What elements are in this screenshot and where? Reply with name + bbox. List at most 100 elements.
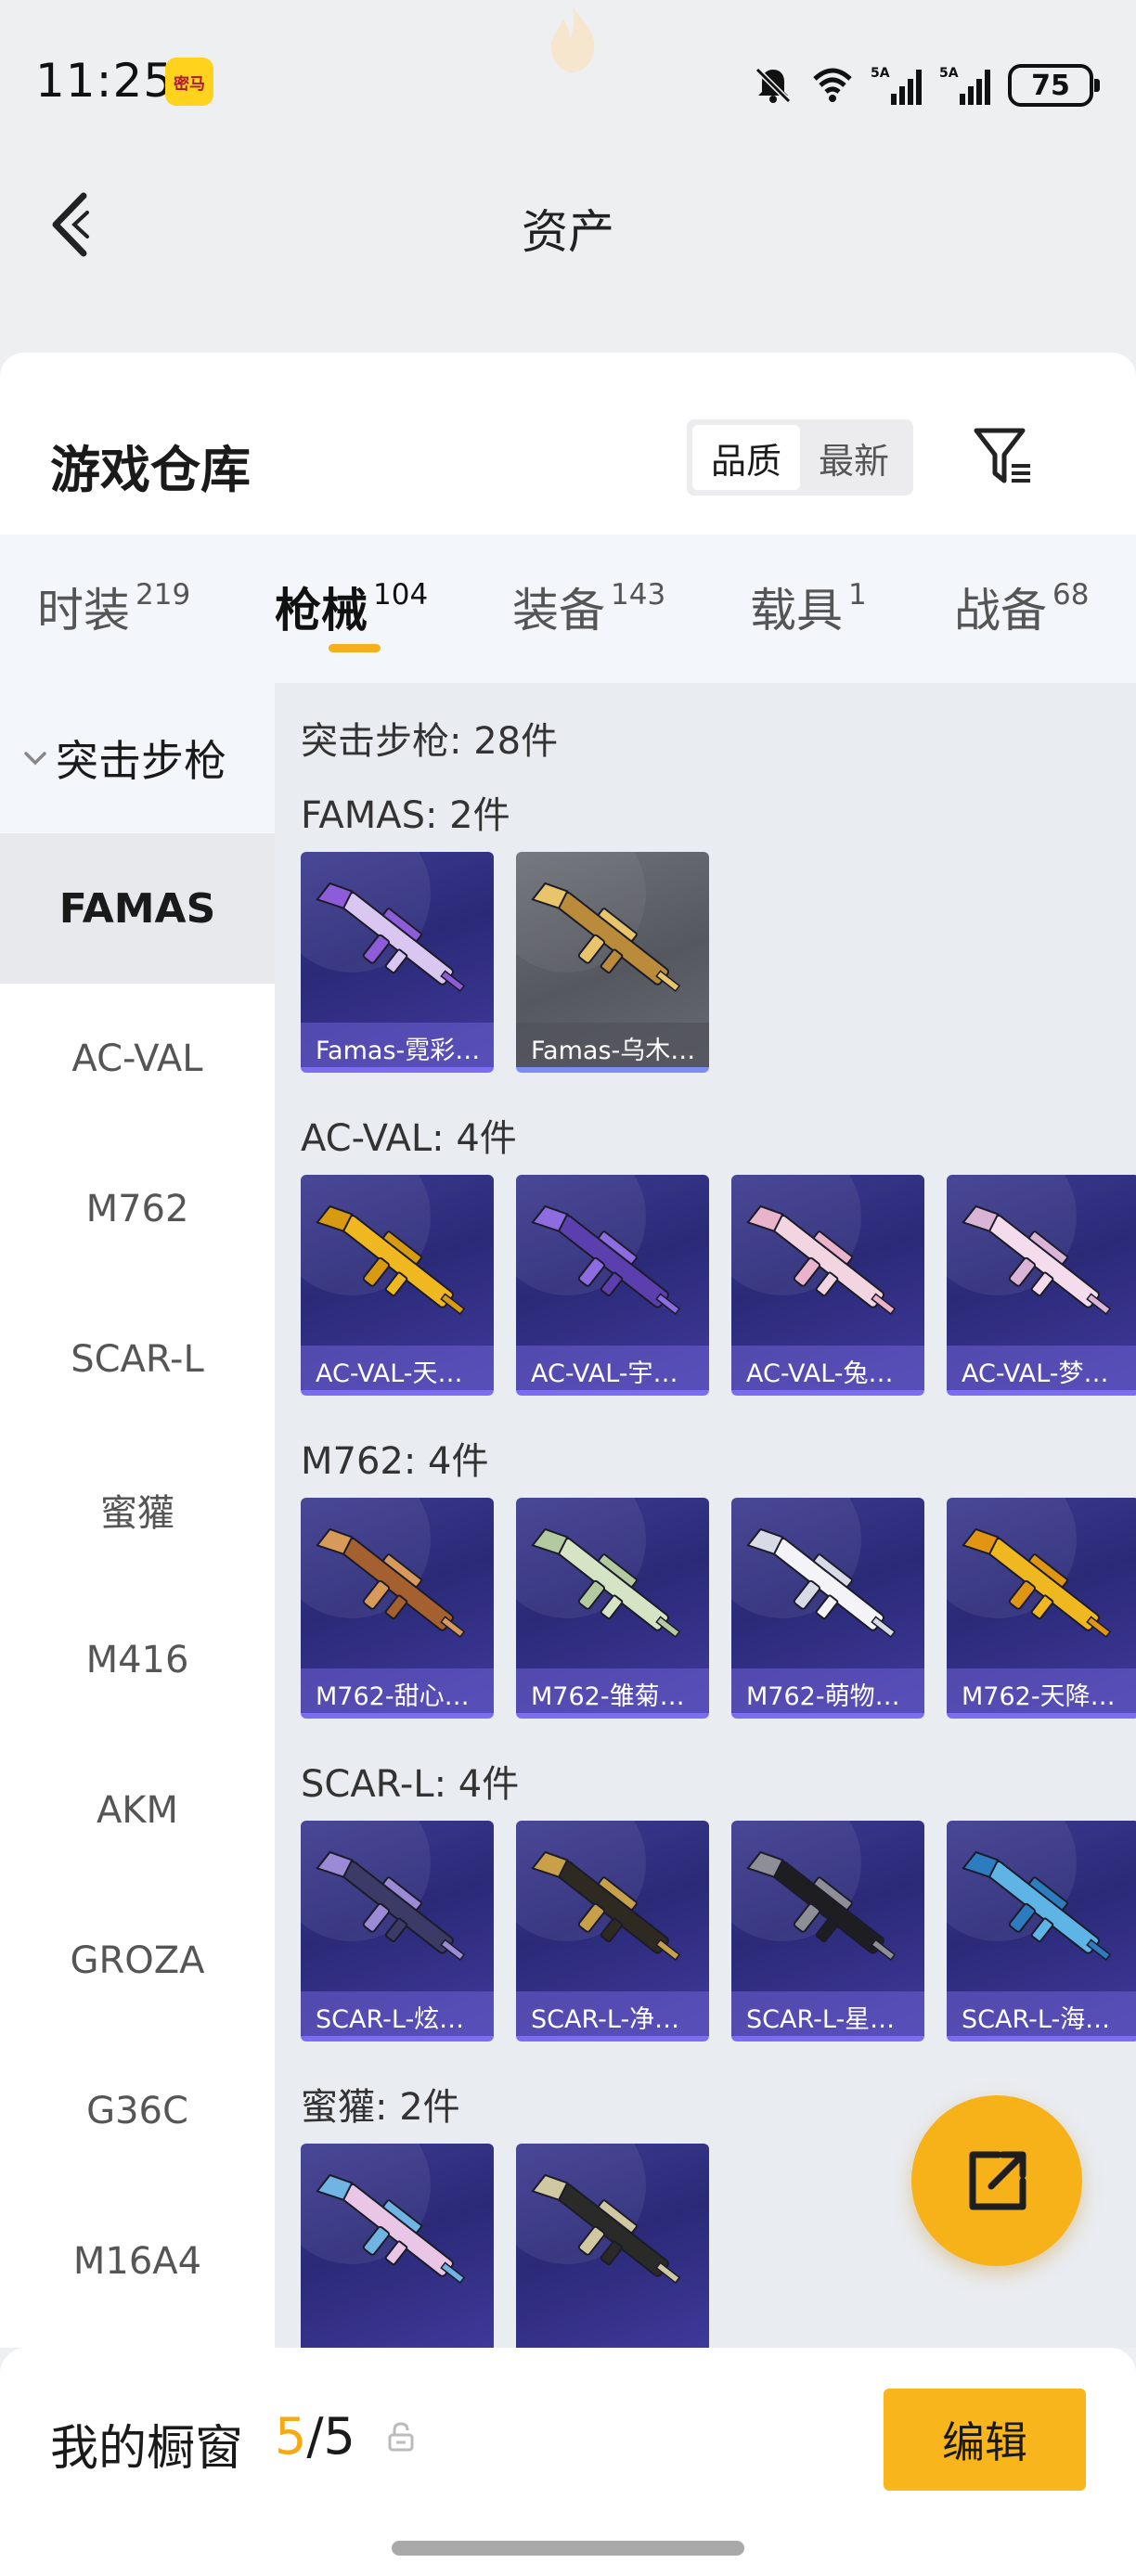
showcase-count: 5/5 (275, 2407, 355, 2466)
showcase-current: 5 (275, 2407, 307, 2466)
weapon-skin-card[interactable]: SCAR-L-星… (731, 1821, 924, 2041)
section-label: AC-VAL: 4件 (301, 1117, 517, 1160)
showcase-title: 我的橱窗 (50, 2421, 244, 2477)
sidebar-item-scar-l[interactable]: SCAR-L (0, 1284, 275, 1435)
weapon-skin-name: M762-天降… (947, 1668, 1136, 1713)
weapon-skin-name: AC-VAL-梦… (947, 1346, 1136, 1390)
sidebar-item-groza[interactable]: GROZA (0, 1886, 275, 2036)
edit-button[interactable]: 编辑 (884, 2389, 1086, 2491)
weapon-skin-name: Famas-乌木… (516, 1023, 709, 1067)
weapon-skin-name: M762-甜心… (301, 1668, 494, 1713)
sidebar-item-akm[interactable]: AKM (0, 1735, 275, 1886)
tab-label: 枪械 (275, 584, 368, 638)
page-title: 资产 (522, 205, 614, 259)
rifle-icon (746, 1204, 897, 1315)
rifle-icon (531, 1204, 681, 1315)
weapon-skin-card[interactable]: M762-甜心… (301, 1498, 494, 1719)
rifle-icon (746, 1527, 897, 1638)
category-tabs: 时装 219 枪械 104 装备 143 载具 1 战备 68 (0, 535, 1136, 683)
filter-icon[interactable] (971, 423, 1036, 488)
weapon-skin-name: AC-VAL-宇… (516, 1346, 709, 1390)
tab-label: 战备 (954, 584, 1047, 638)
tab-count: 104 (373, 578, 429, 612)
sort-latest-button[interactable]: 最新 (800, 425, 908, 490)
weapon-skin-card[interactable]: AC-VAL-天… (301, 1175, 494, 1396)
weapon-skin-name: Famas-霓彩… (301, 1023, 494, 1067)
sidebar-item-famas[interactable]: FAMAS (0, 833, 275, 984)
sort-quality-button[interactable]: 品质 (692, 425, 800, 490)
svg-text:5A: 5A (939, 66, 959, 81)
weapon-sidebar: 突击步枪 FAMAS AC-VAL M762 SCAR-L 蜜獾 M416 AK… (0, 683, 275, 2348)
sidebar-item-m762[interactable]: M762 (0, 1134, 275, 1284)
rifle-icon (531, 882, 681, 992)
weapon-skin-name: M762-雏菊… (516, 1668, 709, 1713)
tab-firearms[interactable]: 枪械 104 (275, 573, 428, 640)
warehouse-title: 游戏仓库 (50, 441, 251, 499)
chevron-down-icon (24, 752, 46, 766)
weapon-skin-name: SCAR-L-炫… (301, 1991, 494, 2036)
weapon-skin-card[interactable]: SCAR-L-炫… (301, 1821, 494, 2041)
lock-icon (388, 2422, 414, 2452)
tab-battle-prep[interactable]: 战备 68 (954, 573, 1089, 640)
share-button[interactable] (911, 2095, 1082, 2266)
home-indicator (392, 2541, 744, 2556)
battery-indicator: 75 (1008, 64, 1100, 107)
weapon-skin-name: AC-VAL-天… (301, 1346, 494, 1390)
section-label: 蜜獾: 2件 (301, 2086, 460, 2129)
weapon-skin-card[interactable]: M762-天降… (947, 1498, 1136, 1719)
section-label: FAMAS: 2件 (301, 794, 510, 837)
tab-vehicles[interactable]: 载具 1 (750, 573, 867, 640)
rifle-icon (531, 1527, 681, 1638)
rifle-icon (316, 1204, 466, 1315)
weapon-skin-card[interactable]: M762-萌物… (731, 1498, 924, 1719)
tab-count: 1 (848, 578, 867, 612)
tab-count: 143 (611, 578, 666, 612)
status-bar: 11:25 密马 5A 5A 75 (0, 0, 1136, 139)
warehouse-header: 游戏仓库 品质 最新 (0, 353, 1136, 535)
rifle-icon (531, 2173, 681, 2284)
signal-5g-icon: 5A (871, 66, 922, 105)
sidebar-group-assault-rifles[interactable]: 突击步枪 (0, 683, 275, 833)
svg-text:5A: 5A (871, 66, 890, 81)
weapon-skin-card[interactable]: SCAR-L-海… (947, 1821, 1136, 2041)
bell-muted-icon (755, 67, 792, 104)
weapon-skin-card[interactable]: Famas-霓彩… (301, 852, 494, 1073)
sidebar-item-honey-badger[interactable]: 蜜獾 (0, 1435, 275, 1585)
weapon-skin-name: SCAR-L-净… (516, 1991, 709, 2036)
weapon-skin-card[interactable]: AC-VAL-梦… (947, 1175, 1136, 1396)
sidebar-item-g36c[interactable]: G36C (0, 2036, 275, 2186)
battery-level: 75 (1031, 69, 1070, 102)
rifle-icon (316, 882, 466, 992)
showcase-bar: 我的橱窗 5/5 编辑 (0, 2348, 1136, 2576)
tab-equipment[interactable]: 装备 143 (512, 573, 665, 640)
weapon-skin-name: M762-萌物… (731, 1668, 924, 1713)
weapon-skin-card[interactable]: AC-VAL-兔… (731, 1175, 924, 1396)
rifle-icon (316, 1850, 466, 1961)
weapon-skin-card[interactable]: AC-VAL-宇… (516, 1175, 709, 1396)
sidebar-item-m416[interactable]: M416 (0, 1585, 275, 1735)
weapon-skin-card[interactable]: Famas-乌木… (516, 852, 709, 1073)
rifle-icon (962, 1204, 1112, 1315)
status-time: 11:25 (35, 54, 174, 108)
rifle-icon (316, 1527, 466, 1638)
tab-count: 68 (1052, 578, 1090, 612)
showcase-total: /5 (306, 2407, 355, 2466)
weapon-skin-card[interactable] (301, 2144, 494, 2348)
sidebar-item-m16a4[interactable]: M16A4 (0, 2186, 275, 2337)
app-notification-icon: 密马 (165, 58, 213, 106)
weapon-skin-name: AC-VAL-兔… (731, 1346, 924, 1390)
weapon-skin-card[interactable] (516, 2144, 709, 2348)
weapon-skin-card[interactable]: SCAR-L-净… (516, 1821, 709, 2041)
rifle-icon (962, 1527, 1112, 1638)
tab-fashion[interactable]: 时装 219 (37, 573, 190, 640)
sidebar-group-label: 突击步枪 (56, 736, 226, 786)
active-tab-indicator (329, 644, 381, 652)
total-count-label: 突击步枪: 28件 (301, 720, 559, 763)
weapon-skin-card[interactable]: M762-雏菊… (516, 1498, 709, 1719)
rifle-icon (746, 1850, 897, 1961)
tab-count: 219 (136, 578, 191, 612)
weapon-skin-name: SCAR-L-星… (731, 1991, 924, 2036)
sidebar-item-ac-val[interactable]: AC-VAL (0, 984, 275, 1134)
tab-label: 载具 (750, 584, 843, 638)
external-link-icon (969, 2151, 1026, 2210)
